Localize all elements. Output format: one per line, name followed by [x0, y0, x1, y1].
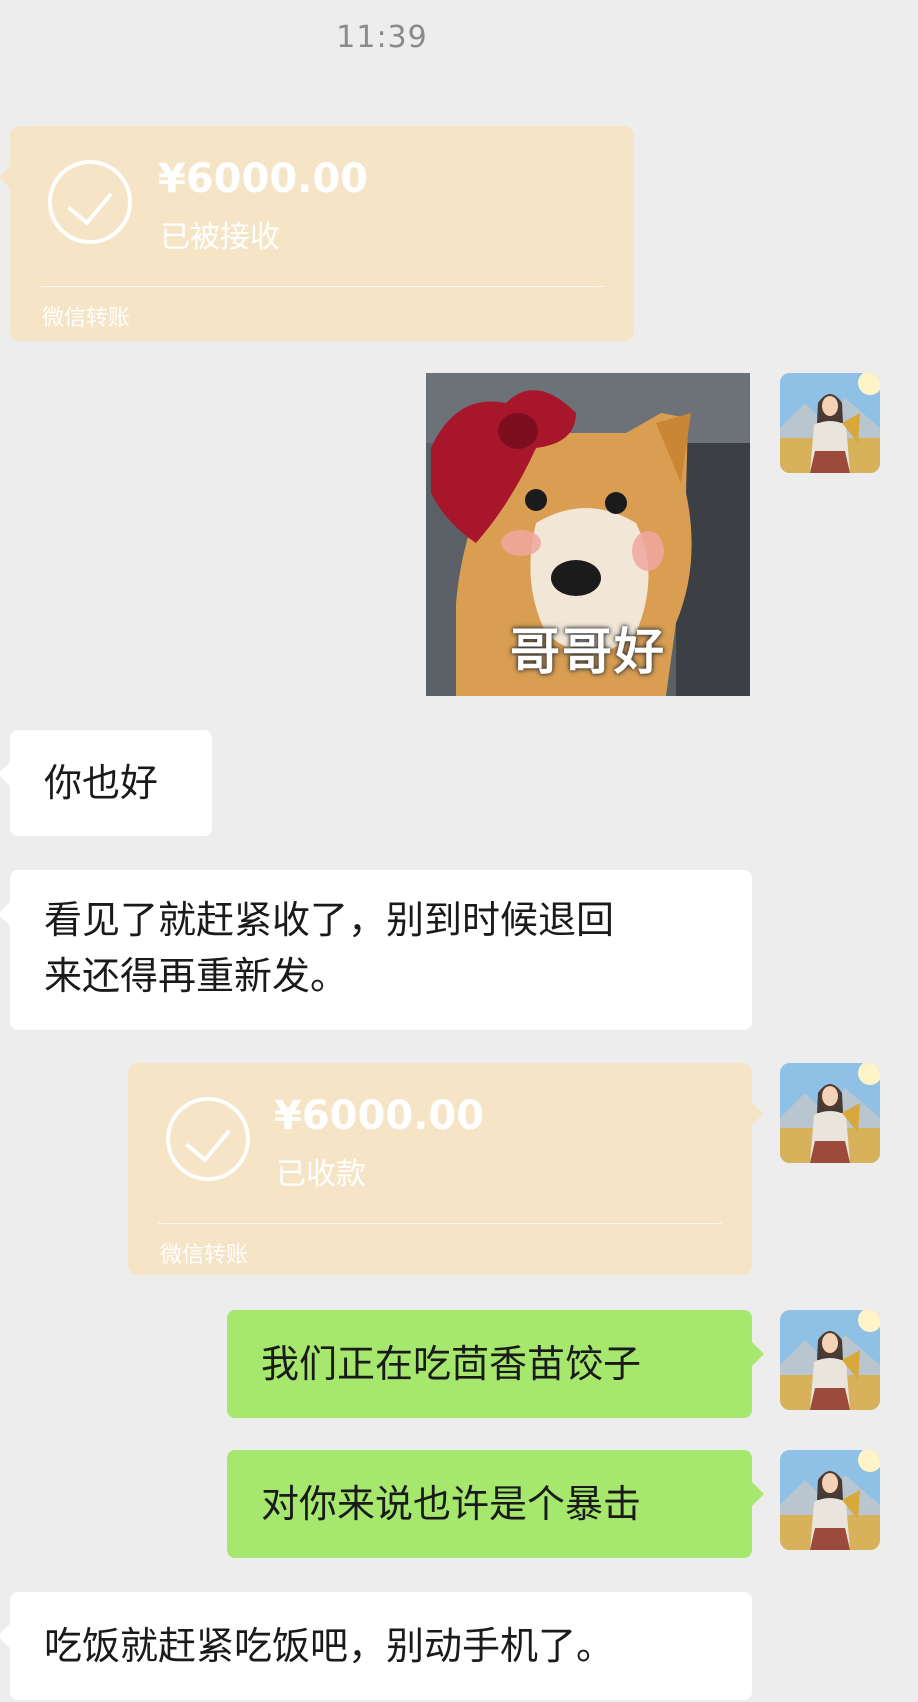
- transfer-status: 已被接收: [160, 220, 280, 255]
- received-message-bubble[interactable]: 你也好: [0, 730, 212, 836]
- message-text-line-1: 看见了就赶紧收了，别到时候退回: [44, 898, 615, 942]
- check-circle-icon: [166, 1097, 250, 1181]
- sticker-caption: 哥哥好: [510, 623, 666, 681]
- sent-message-bubble[interactable]: 我们正在吃茴香苗饺子: [227, 1310, 764, 1418]
- avatar[interactable]: [780, 1063, 880, 1163]
- message-text: 我们正在吃茴香苗饺子: [261, 1342, 642, 1386]
- transfer-card-sent[interactable]: ¥6000.00 已收款 微信转账: [128, 1063, 763, 1275]
- bubble-tail: [0, 1624, 10, 1648]
- user-avatar-icon: [780, 1063, 880, 1163]
- sent-message-bubble[interactable]: 对你来说也许是个暴击: [227, 1450, 764, 1558]
- user-avatar-icon: [780, 1450, 880, 1550]
- message-text-line-2: 来还得再重新发。: [44, 954, 349, 998]
- message-text: 吃饭就赶紧吃饭吧，别动手机了。: [44, 1624, 615, 1668]
- transfer-divider: [158, 1223, 722, 1224]
- user-avatar-icon: [780, 1310, 880, 1410]
- transfer-divider: [40, 286, 604, 287]
- transfer-amount: ¥6000.00: [158, 156, 369, 202]
- avatar[interactable]: [780, 373, 880, 473]
- avatar[interactable]: [780, 1310, 880, 1410]
- timestamp: 11:39: [336, 20, 428, 55]
- message-text: 对你来说也许是个暴击: [261, 1482, 642, 1526]
- transfer-footer-label: 微信转账: [42, 306, 131, 331]
- bubble-tail: [752, 1103, 763, 1125]
- transfer-status: 已收款: [276, 1157, 366, 1192]
- bubble-tail: [0, 166, 10, 188]
- bubble-tail: [752, 1342, 764, 1366]
- bubble-tail: [0, 762, 10, 786]
- bubble-tail: [0, 902, 10, 926]
- received-message-bubble[interactable]: 看见了就赶紧收了，别到时候退回 来还得再重新发。: [0, 870, 752, 1030]
- bubble-tail: [752, 1482, 764, 1506]
- user-avatar-icon: [780, 373, 880, 473]
- avatar[interactable]: [780, 1450, 880, 1550]
- sticker-image[interactable]: 哥哥好: [426, 373, 750, 696]
- transfer-amount: ¥6000.00: [274, 1093, 485, 1139]
- transfer-footer-label: 微信转账: [160, 1243, 249, 1268]
- received-message-bubble[interactable]: 吃饭就赶紧吃饭吧，别动手机了。: [0, 1592, 752, 1700]
- check-circle-icon: [48, 160, 132, 244]
- message-text: 你也好: [44, 761, 159, 805]
- transfer-card-received[interactable]: ¥6000.00 已被接收 微信转账: [0, 126, 634, 341]
